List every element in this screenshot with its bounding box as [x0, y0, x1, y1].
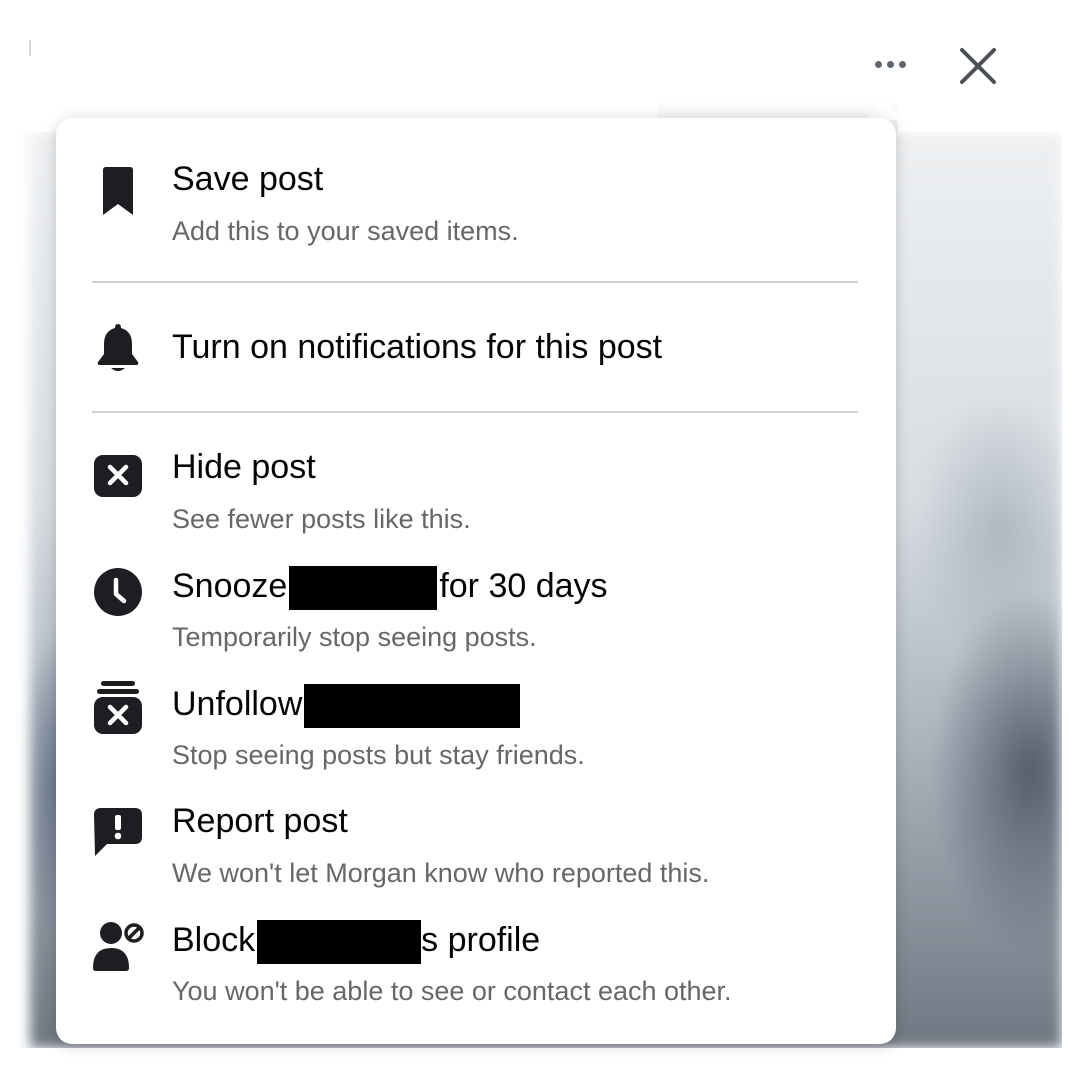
unfollow-title-start: Unfollow [172, 684, 303, 723]
menu-item-save-post[interactable]: Save post Add this to your saved items. [56, 148, 896, 258]
menu-item-notifications[interactable]: Turn on notifications for this post [56, 314, 896, 386]
more-dot [898, 60, 906, 68]
bookmark-icon [90, 164, 146, 220]
clock-icon [90, 564, 146, 620]
snooze-title-start: Snooze [172, 566, 288, 605]
menu-item-hide-post[interactable]: Hide post See fewer posts like this. [56, 438, 896, 542]
redacted-name [304, 684, 521, 728]
menu-item-report-post[interactable]: Report post We won't let Morgan know who… [56, 792, 896, 896]
bottom-margin [0, 1048, 1080, 1080]
menu-item-title: Hide post [172, 448, 316, 486]
hide-x-icon [90, 448, 146, 504]
close-button[interactable] [952, 40, 1004, 92]
menu-divider [92, 281, 858, 283]
menu-item-block-profile[interactable]: Block s profile You won't be able to see … [56, 910, 896, 1020]
post-options-menu: Save post Add this to your saved items. … [56, 118, 896, 1044]
more-horizontal-icon [874, 60, 882, 68]
more-dot [886, 60, 894, 68]
menu-pointer [866, 100, 902, 120]
bell-icon [90, 320, 146, 376]
menu-item-unfollow[interactable]: Unfollow Stop seeing posts but stay frie… [56, 674, 896, 778]
right-margin [1062, 0, 1080, 1080]
redacted-name [257, 920, 422, 964]
menu-item-title: Save post [172, 160, 324, 198]
close-icon [960, 48, 996, 84]
menu-item-subtitle: Stop seeing posts but stay friends. [172, 740, 585, 770]
menu-item-subtitle: We won't let Morgan know who reported th… [172, 858, 710, 888]
block-user-icon [90, 918, 146, 974]
unfollow-icon [90, 680, 146, 736]
menu-item-title: Report post [172, 802, 348, 840]
more-options-button[interactable] [862, 44, 918, 84]
menu-item-title: Block s profile [172, 920, 540, 964]
menu-divider [92, 411, 858, 413]
block-title-start: Block [172, 920, 256, 959]
menu-item-snooze[interactable]: Snooze for 30 days Temporarily stop seein… [56, 556, 896, 660]
header-edge-mark [29, 40, 31, 56]
menu-item-subtitle: Add this to your saved items. [172, 216, 519, 246]
menu-item-title: Snooze for 30 days [172, 566, 608, 610]
menu-item-subtitle: You won't be able to see or contact each… [172, 976, 732, 1006]
menu-item-title: Turn on notifications for this post [172, 328, 663, 366]
report-icon [90, 804, 146, 860]
block-title-end: s profile [421, 920, 541, 959]
menu-item-subtitle: See fewer posts like this. [172, 504, 471, 534]
menu-item-subtitle: Temporarily stop seeing posts. [172, 622, 537, 652]
snooze-title-end: for 30 days [439, 566, 608, 605]
menu-item-title: Unfollow [172, 684, 521, 728]
redacted-name [289, 566, 438, 610]
